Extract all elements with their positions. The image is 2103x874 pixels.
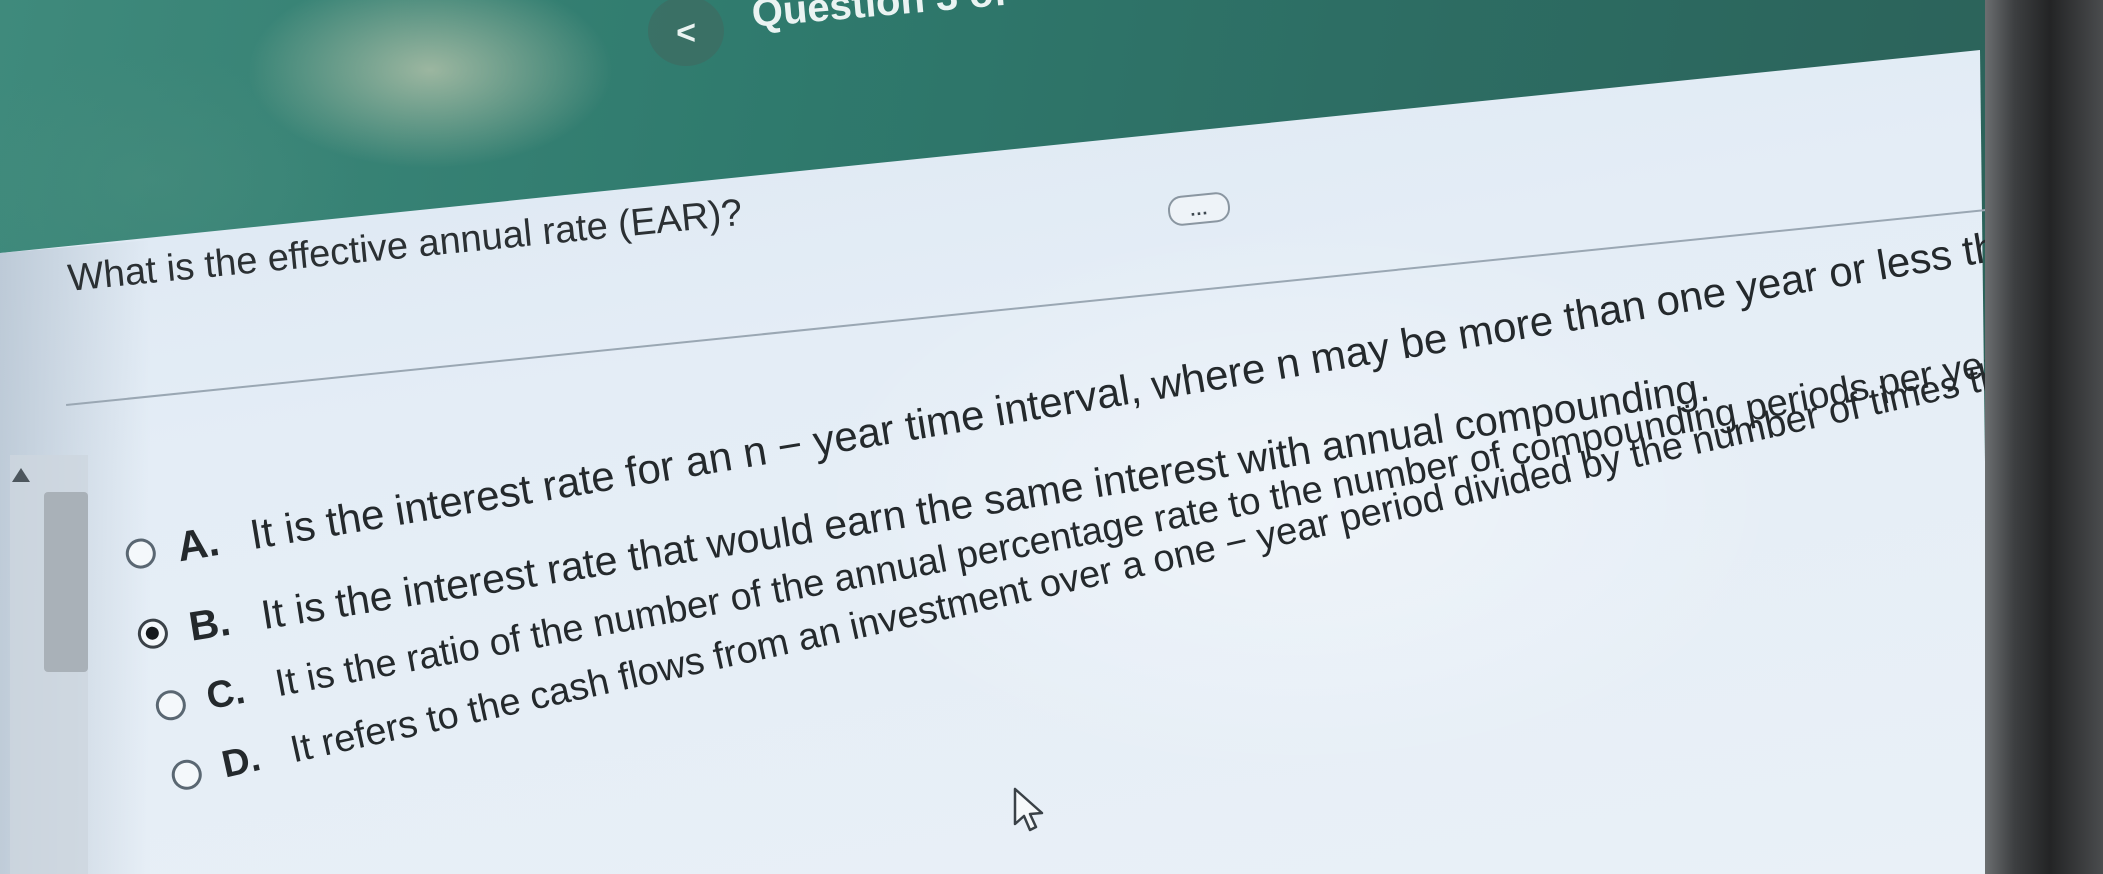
radio-button[interactable] <box>123 536 159 571</box>
screen-photo: < Question 3 of What is the effective an… <box>0 0 2103 874</box>
monitor-bezel <box>1985 0 2103 874</box>
radio-button[interactable] <box>168 756 205 793</box>
question-content: What is the effective annual rate (EAR)?… <box>0 0 2103 874</box>
option-letter: B. <box>185 597 234 650</box>
option-letter: A. <box>173 516 223 571</box>
question-text: What is the effective annual rate (EAR)? <box>66 191 745 300</box>
ellipsis-icon[interactable]: ... <box>1166 190 1232 228</box>
mouse-pointer-icon <box>1013 787 1044 832</box>
option-letter: D. <box>218 737 265 787</box>
option-letter: C. <box>203 669 249 719</box>
radio-button-selected[interactable] <box>135 615 170 651</box>
radio-button[interactable] <box>153 687 189 723</box>
